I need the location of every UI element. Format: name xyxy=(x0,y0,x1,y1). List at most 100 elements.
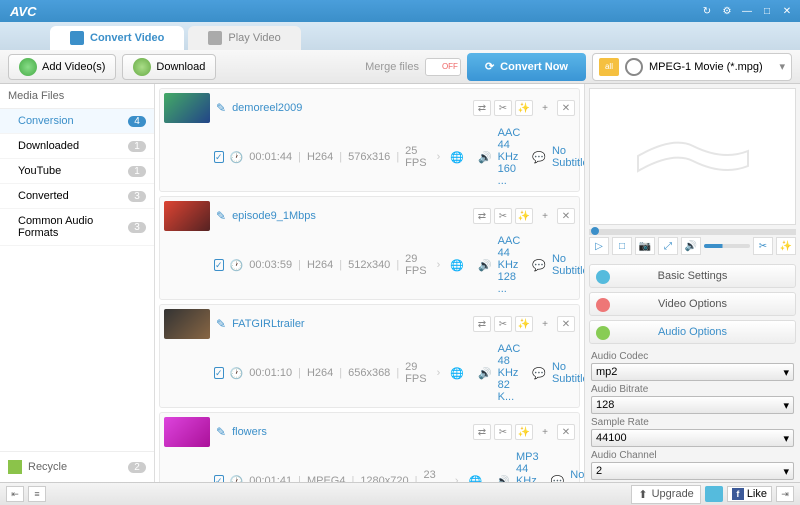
download-button[interactable]: Download xyxy=(122,54,216,80)
tab-play-video[interactable]: Play Video xyxy=(188,26,300,50)
file-name[interactable]: episode9_1Mbps xyxy=(232,210,316,222)
upgrade-button[interactable]: ⬆Upgrade xyxy=(631,485,700,504)
sidebar-item-conversion[interactable]: Conversion4 xyxy=(0,109,154,134)
edit-icon[interactable]: ✎ xyxy=(216,101,226,115)
refresh-icon[interactable]: ↻ xyxy=(698,3,716,19)
file-row[interactable]: ✎episode9_1Mbps⇄✂✨+✕✓🕐00:03:59|H264|512x… xyxy=(159,196,580,300)
seek-slider[interactable] xyxy=(589,229,796,235)
cut-button[interactable]: ✂ xyxy=(494,424,512,440)
volume-button[interactable]: 🔊 xyxy=(681,237,701,255)
cut-button[interactable]: ✂ xyxy=(494,208,512,224)
sound-icon[interactable]: 🔊 xyxy=(478,367,492,380)
effects-button[interactable]: ✨ xyxy=(515,100,533,116)
output-format-select[interactable]: all MPEG-1 Movie (*.mpg) ▾ xyxy=(592,53,792,81)
button-label: Download xyxy=(156,61,205,73)
volume-slider[interactable] xyxy=(704,244,750,248)
checkbox[interactable]: ✓ xyxy=(214,475,224,482)
audio-codec-select[interactable]: mp2▾ xyxy=(591,363,794,381)
sidebar-item-converted[interactable]: Converted3 xyxy=(0,184,154,209)
gear-icon xyxy=(596,270,610,284)
swap-button[interactable]: ⇄ xyxy=(473,424,491,440)
video-options-panel[interactable]: Video Options xyxy=(589,292,796,316)
subtitle-info[interactable]: No Subtitle xyxy=(552,253,585,277)
snapshot-button[interactable]: 📷 xyxy=(635,237,655,255)
play-button[interactable]: ▷ xyxy=(589,237,609,255)
next-page-button[interactable]: ⇥ xyxy=(776,486,794,502)
swap-button[interactable]: ⇄ xyxy=(473,316,491,332)
convert-now-button[interactable]: ⟳ Convert Now xyxy=(467,53,586,81)
sample-rate-select[interactable]: 44100▾ xyxy=(591,429,794,447)
resolution: 1280x720 xyxy=(360,475,408,482)
add-button[interactable]: + xyxy=(536,100,554,116)
recycle-button[interactable]: Recycle 2 xyxy=(0,451,154,482)
sidebar-item-common-audio-formats[interactable]: Common Audio Formats3 xyxy=(0,209,154,246)
audio-info[interactable]: AAC 44 KHz 128 ... xyxy=(498,235,521,295)
twitter-button[interactable] xyxy=(705,486,723,502)
swap-button[interactable]: ⇄ xyxy=(473,208,491,224)
audio-bitrate-select[interactable]: 128▾ xyxy=(591,396,794,414)
effects-button[interactable]: ✨ xyxy=(515,424,533,440)
cut-button[interactable]: ✂ xyxy=(494,100,512,116)
window-controls: ↻ ⚙ — □ ✕ xyxy=(698,3,796,19)
effects-button[interactable]: ✨ xyxy=(515,208,533,224)
file-row[interactable]: ✎FATGIRLtrailer⇄✂✨+✕✓🕐00:01:10|H264|656x… xyxy=(159,304,580,408)
stop-button[interactable]: □ xyxy=(612,237,632,255)
codec: H264 xyxy=(307,151,333,163)
close-icon[interactable]: ✕ xyxy=(778,3,796,19)
clock-icon: 🕐 xyxy=(230,259,244,272)
sound-icon[interactable]: 🔊 xyxy=(478,151,492,164)
checkbox[interactable]: ✓ xyxy=(214,367,224,379)
maximize-icon[interactable]: □ xyxy=(758,3,776,19)
minimize-icon[interactable]: — xyxy=(738,3,756,19)
prev-page-button[interactable]: ⇤ xyxy=(6,486,24,502)
basic-settings-panel[interactable]: Basic Settings xyxy=(589,264,796,288)
remove-button[interactable]: ✕ xyxy=(557,208,575,224)
audio-options-panel[interactable]: Audio Options xyxy=(589,320,796,344)
swap-button[interactable]: ⇄ xyxy=(473,100,491,116)
sound-icon[interactable]: 🔊 xyxy=(496,475,510,483)
facebook-like-button[interactable]: fLike xyxy=(727,486,772,502)
file-row[interactable]: ✎flowers⇄✂✨+✕✓🕐00:01:41|MPEG4|1280x720|2… xyxy=(159,412,580,482)
sidebar-item-youtube[interactable]: YouTube1 xyxy=(0,159,154,184)
remove-button[interactable]: ✕ xyxy=(557,424,575,440)
checkbox[interactable]: ✓ xyxy=(214,259,224,271)
subtitle-info[interactable]: No Subtitle xyxy=(552,361,585,385)
audio-info[interactable]: AAC 44 KHz 160 ... xyxy=(498,127,521,187)
add-button[interactable]: + xyxy=(536,208,554,224)
film-icon xyxy=(633,131,753,181)
audio-channel-select[interactable]: 2▾ xyxy=(591,462,794,480)
subtitle-info[interactable]: No Subtitle xyxy=(552,145,585,169)
file-name[interactable]: demoreel2009 xyxy=(232,102,302,114)
expand-button[interactable]: ⤢ xyxy=(658,237,678,255)
merge-toggle[interactable]: OFF xyxy=(425,58,461,76)
subtitle-icon[interactable]: 💬 xyxy=(532,367,546,380)
subtitle-icon[interactable]: 💬 xyxy=(551,475,565,483)
effects-button[interactable]: ✨ xyxy=(515,316,533,332)
subtitle-info[interactable]: No Subtitle xyxy=(570,469,585,482)
thumbnail xyxy=(164,201,210,231)
effects-button[interactable]: ✨ xyxy=(776,237,796,255)
edit-icon[interactable]: ✎ xyxy=(216,317,226,331)
add-videos-button[interactable]: Add Video(s) xyxy=(8,54,116,80)
settings-icon[interactable]: ⚙ xyxy=(718,3,736,19)
file-row[interactable]: ✎demoreel2009⇄✂✨+✕✓🕐00:01:44|H264|576x31… xyxy=(159,88,580,192)
add-button[interactable]: + xyxy=(536,316,554,332)
cut-button[interactable]: ✂ xyxy=(753,237,773,255)
audio-info[interactable]: MP3 44 KHz 320 K... xyxy=(516,451,539,482)
subtitle-icon[interactable]: 💬 xyxy=(532,151,546,164)
remove-button[interactable]: ✕ xyxy=(557,100,575,116)
edit-icon[interactable]: ✎ xyxy=(216,425,226,439)
sidebar-item-downloaded[interactable]: Downloaded1 xyxy=(0,134,154,159)
add-button[interactable]: + xyxy=(536,424,554,440)
cut-button[interactable]: ✂ xyxy=(494,316,512,332)
audio-info[interactable]: AAC 48 KHz 82 K... xyxy=(498,343,521,403)
file-name[interactable]: flowers xyxy=(232,426,267,438)
menu-button[interactable]: ≡ xyxy=(28,486,46,502)
subtitle-icon[interactable]: 💬 xyxy=(532,259,546,272)
checkbox[interactable]: ✓ xyxy=(214,151,224,163)
sound-icon[interactable]: 🔊 xyxy=(478,259,492,272)
edit-icon[interactable]: ✎ xyxy=(216,209,226,223)
file-name[interactable]: FATGIRLtrailer xyxy=(232,318,305,330)
tab-convert-video[interactable]: Convert Video xyxy=(50,26,184,50)
remove-button[interactable]: ✕ xyxy=(557,316,575,332)
